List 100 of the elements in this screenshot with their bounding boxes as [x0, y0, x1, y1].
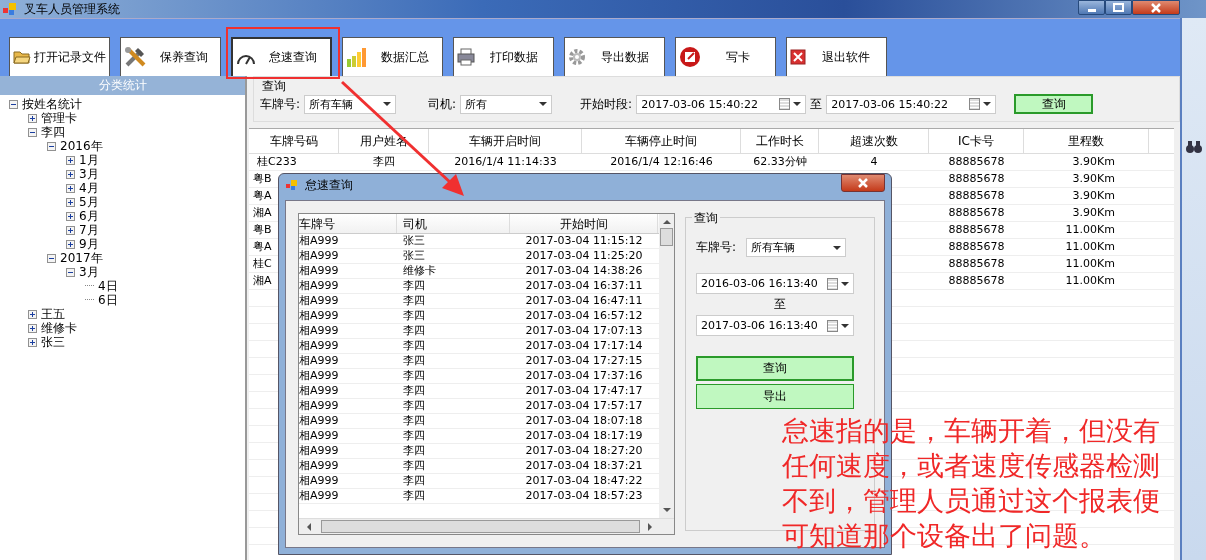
- toolbar-button[interactable]: 打开记录文件: [9, 37, 110, 76]
- toolbar-button[interactable]: 退出软件: [786, 37, 887, 76]
- expander-icon[interactable]: [47, 141, 56, 151]
- table-cell-text: 相A999: [299, 249, 340, 263]
- table-cell-text: 88885678: [947, 239, 1006, 255]
- table-cell-text: 李四: [402, 399, 426, 413]
- table-cell-text: 李四: [402, 294, 426, 308]
- expander-icon[interactable]: [66, 225, 75, 235]
- app-icon: [2, 2, 18, 16]
- table-cell-text: 李四: [402, 309, 426, 323]
- date-picker[interactable]: 2017-03-06 15:40:22: [636, 94, 807, 114]
- minimize-button[interactable]: [1078, 0, 1105, 15]
- table-cell-text: 11.00Km: [1064, 239, 1116, 255]
- table-cell-text: 88885678: [947, 171, 1006, 187]
- table-cell-text: 相A999: [299, 354, 340, 368]
- column-header: IC卡号: [929, 129, 1024, 153]
- expander-icon[interactable]: [66, 183, 75, 193]
- table-cell-text: 2017-03-04 17:17:14: [524, 339, 644, 353]
- table-cell-text: 2017-03-04 18:17:19: [524, 429, 644, 443]
- toolbar-button[interactable]: 数据汇总: [342, 37, 443, 76]
- table-cell-text: 李四: [402, 414, 426, 428]
- table-cell-text: 相A999: [299, 414, 340, 428]
- column-header: 车辆开启时间: [429, 129, 582, 153]
- date-picker[interactable]: 2017-03-06 16:13:40: [696, 315, 854, 336]
- table-cell-text: 相A999: [299, 264, 340, 278]
- table-cell-text: 88885678: [947, 154, 1006, 170]
- maximize-button[interactable]: [1105, 0, 1132, 15]
- table-cell-text: 62.33分钟: [752, 154, 808, 170]
- query-button[interactable]: 查询: [1014, 94, 1094, 114]
- table-cell-text: 张三: [402, 249, 426, 263]
- toolbar-button[interactable]: 打印数据: [453, 37, 554, 76]
- table-cell-text: 湘A: [252, 273, 273, 289]
- table-cell-text: 2017-03-04 17:47:17: [524, 384, 644, 398]
- table-cell-text: 粤B: [252, 222, 273, 238]
- table-cell-text: 相A999: [299, 429, 340, 443]
- table-cell-text: 88885678: [947, 205, 1006, 221]
- table-cell-text: 3.90Km: [1071, 154, 1116, 170]
- table-cell-text: 11.00Km: [1064, 222, 1116, 238]
- expander-icon[interactable]: [28, 127, 37, 137]
- table-cell-text: 2016/1/4 11:14:33: [453, 154, 558, 170]
- expander-icon[interactable]: [28, 113, 37, 123]
- table-cell-text: 11.00Km: [1064, 256, 1116, 272]
- close-icon: [1150, 2, 1162, 13]
- range-separator: 至: [773, 296, 787, 313]
- table-cell-text: 2016/1/4 12:16:46: [609, 154, 714, 170]
- table-cell-text: 李四: [402, 474, 426, 488]
- panel-header: 分类统计: [0, 76, 245, 95]
- expander-icon[interactable]: [66, 211, 75, 221]
- driver-dropdown[interactable]: 所有: [460, 94, 553, 114]
- table-cell-text: 2017-03-04 18:27:20: [524, 444, 644, 458]
- close-button[interactable]: [1132, 0, 1180, 15]
- table-cell-text: 粤A: [252, 239, 273, 255]
- table-cell-text: 2017-03-04 16:37:11: [524, 279, 644, 293]
- table-cell-text: 李四: [402, 324, 426, 338]
- table-cell-text: 维修卡: [402, 264, 437, 278]
- expander-icon[interactable]: [66, 239, 75, 249]
- date-picker[interactable]: 2016-03-06 16:13:40: [696, 273, 854, 294]
- expander-icon[interactable]: [9, 99, 18, 109]
- expander-icon[interactable]: [66, 267, 75, 277]
- toolbar-button[interactable]: 怠速查询: [231, 37, 332, 76]
- expander-icon[interactable]: [28, 309, 37, 319]
- table-cell-text: 88885678: [947, 188, 1006, 204]
- binoculars-icon: [1186, 140, 1202, 154]
- table-cell-text: 李四: [372, 154, 396, 170]
- expander-icon[interactable]: [47, 253, 56, 263]
- table-cell-text: 11.00Km: [1064, 273, 1116, 289]
- expander-icon[interactable]: [66, 169, 75, 179]
- field-label: 车牌号:: [696, 239, 737, 256]
- close-button[interactable]: [841, 174, 885, 192]
- table-cell-text: 3.90Km: [1071, 205, 1116, 221]
- date-picker[interactable]: 2017-03-06 15:40:22: [826, 94, 997, 114]
- query-button[interactable]: 查询: [696, 356, 854, 381]
- vertical-scrollbar[interactable]: [659, 214, 674, 518]
- plate-dropdown[interactable]: 所有车辆: [746, 238, 847, 257]
- export-button[interactable]: 导出: [696, 384, 854, 409]
- toolbar-button[interactable]: 导出数据: [564, 37, 665, 76]
- close-icon: [790, 49, 806, 65]
- table-cell-text: 桂C233: [256, 154, 298, 170]
- close-icon: [857, 178, 869, 188]
- table-cell-text: 相A999: [299, 339, 340, 353]
- expander-icon[interactable]: [66, 197, 75, 207]
- table-cell-text: 3.90Km: [1071, 171, 1116, 187]
- table-cell-text: 4: [869, 154, 879, 170]
- table-cell-text: 2017-03-04 18:37:21: [524, 459, 644, 473]
- expander-icon[interactable]: [28, 323, 37, 333]
- plate-dropdown[interactable]: 所有车辆: [304, 94, 397, 114]
- toolbar-button[interactable]: 保养查询: [120, 37, 221, 76]
- expander-icon[interactable]: [66, 155, 75, 165]
- expander-icon[interactable]: [28, 337, 37, 347]
- table-cell-text: 2017-03-04 17:07:13: [524, 324, 644, 338]
- toolbar-button[interactable]: 写卡: [675, 37, 776, 76]
- app-icon: [285, 178, 299, 192]
- field-label: 车牌号:: [260, 95, 301, 113]
- table-cell-text: 3.90Km: [1071, 188, 1116, 204]
- column-header: 车牌号: [299, 214, 397, 233]
- table-cell-text: 李四: [402, 459, 426, 473]
- table-cell-text: 粤B: [252, 171, 273, 187]
- horizontal-scrollbar[interactable]: [299, 518, 674, 534]
- edit-icon: [679, 46, 701, 68]
- table-cell-text: 2017-03-04 11:25:20: [524, 249, 644, 263]
